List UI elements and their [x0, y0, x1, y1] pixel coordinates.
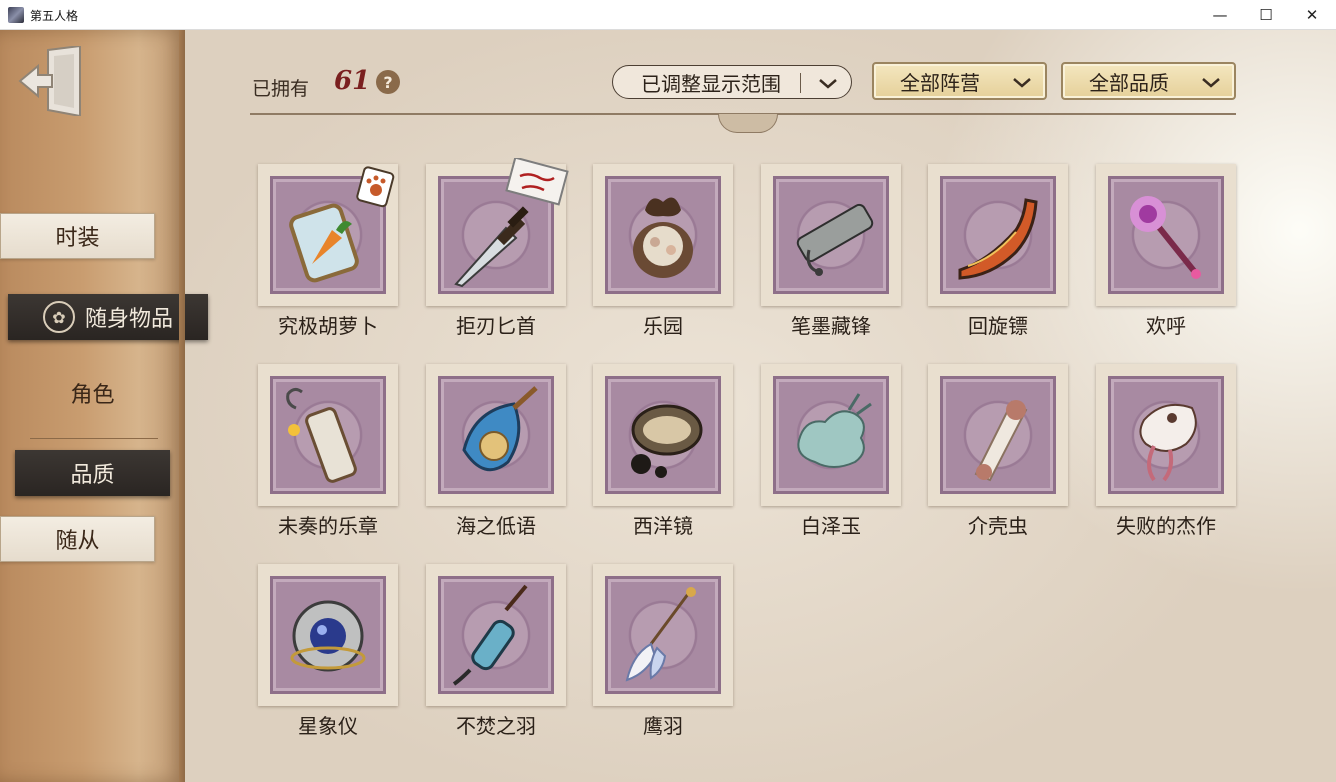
item-card[interactable]: 白泽玉: [761, 364, 901, 544]
header-notch: [718, 114, 778, 133]
owned-count: 61: [334, 66, 371, 96]
tab-character[interactable]: 角色: [15, 370, 170, 416]
paw-tag-icon: [356, 166, 395, 208]
item-card[interactable]: 欢呼: [1096, 164, 1236, 344]
item-card[interactable]: 失败的杰作: [1096, 364, 1236, 544]
item-name: 未奏的乐章: [278, 514, 378, 538]
range-filter-label: 已调整显示范围: [641, 71, 781, 96]
sidebar-divider: [30, 438, 158, 439]
item-card[interactable]: 西洋镜: [593, 364, 733, 544]
astrolabe-icon: [290, 600, 366, 672]
paradise-orb-icon: [633, 197, 693, 278]
camp-filter-label: 全部阵营: [900, 70, 980, 95]
item-name: 回旋镖: [968, 314, 1028, 338]
owned-label: 已拥有: [252, 78, 310, 100]
item-name: 不焚之羽: [456, 714, 536, 738]
sidebar: 时装 ✿ 随身物品 角色 品质 随从: [0, 30, 208, 782]
cheer-wand-icon: [1130, 196, 1201, 279]
item-name: 白泽玉: [801, 514, 861, 538]
kaleidoscope-icon: [631, 404, 703, 478]
range-filter-dropdown[interactable]: 已调整显示范围: [612, 65, 852, 99]
scroll-hook-icon: [286, 387, 357, 483]
item-name: 介壳虫: [968, 514, 1028, 538]
item-name: 笔墨藏锋: [791, 314, 871, 338]
tab-fashion[interactable]: 时装: [0, 213, 155, 259]
close-button[interactable]: ✕: [1289, 0, 1335, 30]
item-card[interactable]: 回旋镖: [928, 164, 1068, 344]
item-card[interactable]: 介壳虫: [928, 364, 1068, 544]
baize-jade-icon: [797, 393, 872, 468]
help-button[interactable]: ?: [376, 70, 400, 94]
item-name: 鹰羽: [643, 714, 683, 738]
chevron-down-icon: [1202, 78, 1220, 88]
boomerang-icon: [958, 198, 1038, 280]
dropdown-separator: [800, 73, 801, 93]
tab-quality-label: 品质: [70, 463, 115, 488]
game-scene: 时装 ✿ 随身物品 角色 品质 随从 已拥有 61 ? 已调整显示范围 全部阵营…: [0, 30, 1336, 782]
minimize-button[interactable]: —: [1197, 0, 1243, 30]
maximize-button[interactable]: ☐: [1243, 0, 1289, 30]
item-card[interactable]: 未奏的乐章: [258, 364, 398, 544]
angels-of-death-sign-icon: [505, 158, 569, 206]
tab-quality[interactable]: 品质: [15, 450, 170, 496]
tab-follower[interactable]: 随从: [0, 516, 155, 562]
app-icon: [8, 7, 24, 23]
ink-brush-icon: [796, 203, 874, 276]
window-title: 第五人格: [30, 9, 79, 23]
tab-accessories[interactable]: ✿ 随身物品: [8, 294, 208, 340]
chevron-down-icon: [1013, 78, 1031, 88]
item-card[interactable]: 星象仪: [258, 564, 398, 744]
item-name: 乐园: [643, 314, 683, 338]
quality-filter-label: 全部品质: [1089, 70, 1169, 95]
quality-filter-dropdown[interactable]: 全部品质: [1061, 62, 1236, 100]
camp-filter-dropdown[interactable]: 全部阵营: [872, 62, 1047, 100]
item-name: 欢呼: [1146, 314, 1186, 338]
item-card[interactable]: 海之低语: [426, 364, 566, 544]
tab-fashion-label: 时装: [55, 226, 100, 251]
exit-door-icon: [18, 44, 81, 118]
sea-shell-icon: [462, 386, 538, 472]
tab-accessories-label: 随身物品: [84, 307, 173, 332]
crest-icon: ✿: [42, 301, 75, 333]
item-card[interactable]: 鹰羽: [593, 564, 733, 744]
item-name: 西洋镜: [633, 514, 693, 538]
chevron-down-icon: [819, 79, 837, 89]
tab-character-label: 角色: [70, 383, 115, 408]
item-name: 拒刃匕首: [456, 314, 536, 338]
item-name: 失败的杰作: [1116, 514, 1216, 538]
item-card[interactable]: 笔墨藏锋: [761, 164, 901, 344]
item-name: 究极胡萝卜: [278, 314, 378, 338]
item-name: 星象仪: [298, 714, 358, 738]
item-card[interactable]: 拒刃匕首: [426, 158, 569, 344]
item-card[interactable]: 究极胡萝卜: [258, 164, 398, 344]
scale-insect-icon: [974, 400, 1028, 482]
item-name: 海之低语: [456, 514, 536, 538]
failed-masterpiece-icon: [1139, 404, 1197, 482]
item-card[interactable]: 不焚之羽: [426, 564, 566, 744]
unburnt-feather-icon: [452, 584, 528, 686]
tab-follower-label: 随从: [55, 529, 100, 554]
back-button[interactable]: [18, 44, 84, 118]
item-card[interactable]: 乐园: [593, 164, 733, 344]
window-titlebar: 第五人格 — ☐ ✕: [0, 0, 1336, 30]
eagle-feather-icon: [625, 587, 696, 682]
